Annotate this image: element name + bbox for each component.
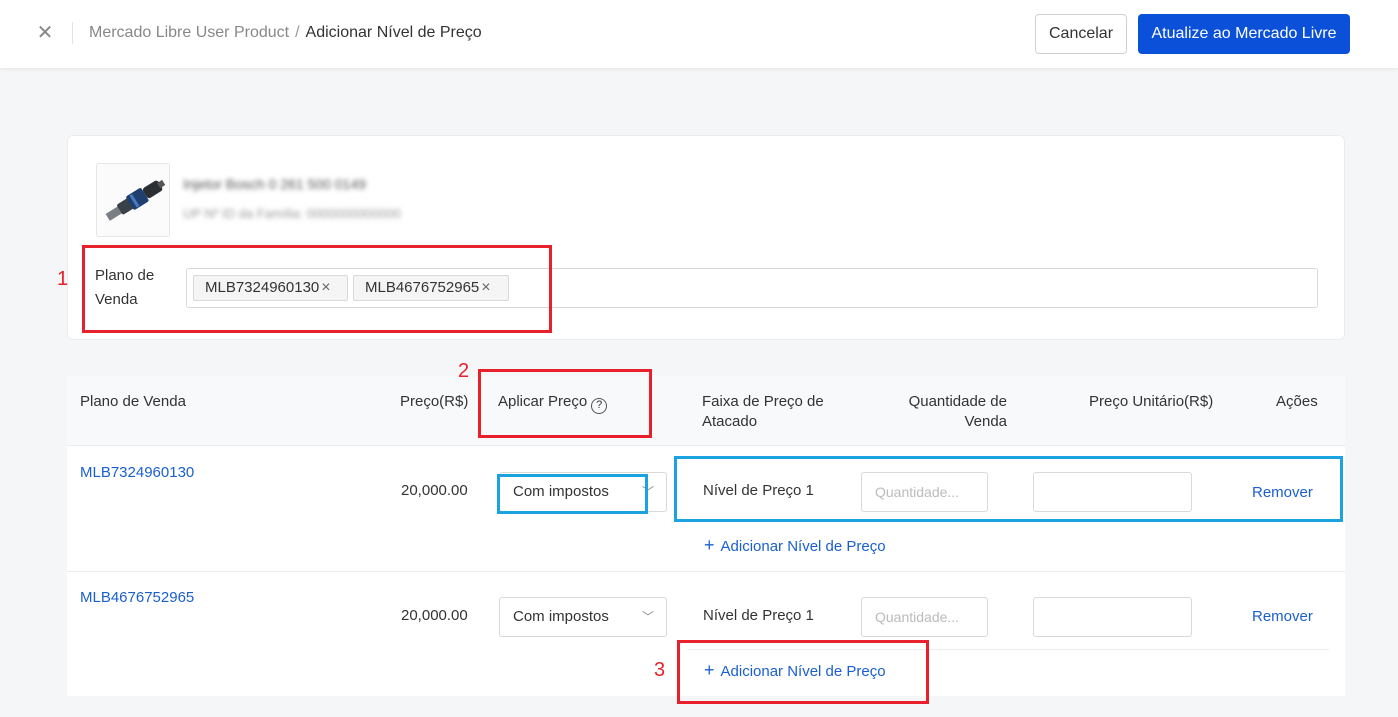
table-header: Plano de Venda Preço(R$) Aplicar Preço? … [67,376,1345,446]
annotation-number-3: 3 [654,659,666,681]
row-divider [67,571,1345,572]
breadcrumb: Mercado Libre User Product / Adicionar Nív… [89,24,482,42]
apply-price-value: Com impostos [513,608,609,625]
plus-icon: + [704,535,715,555]
plan-link[interactable]: MLB4676752965 [80,589,194,606]
header-actions: Ações [1276,393,1318,410]
quantity-input[interactable]: Quantidade... [861,597,988,637]
header-price: Preço(R$) [400,393,469,410]
header-unit-price: Preço Unitário(R$) [1089,393,1214,410]
annotation-box-3 [677,640,929,704]
header-plan: Plano de Venda [80,393,186,410]
apply-price-select[interactable]: Com impostos ﹀ [499,597,667,637]
update-mercado-livre-button[interactable]: Atualize ao Mercado Livre [1138,14,1350,54]
product-image [96,163,170,237]
unit-price-input[interactable] [1033,597,1192,637]
breadcrumb-separator: / [295,24,300,41]
add-price-level-link[interactable]: + Adicionar Nível de Preço [704,535,886,556]
close-icon[interactable]: ✕ [34,22,56,44]
add-price-level-label: Adicionar Nível de Preço [720,538,886,555]
divider [72,22,73,44]
header-wholesale-range: Faixa de Preço de Atacado [702,393,824,430]
annotation-box-price-level [674,456,1343,522]
remove-link[interactable]: Remover [1252,608,1313,625]
price-level-label: Nível de Preço 1 [703,607,814,624]
annotation-number-2: 2 [458,360,470,382]
product-title-blurred: Injetor Bosch 0 261 500 0149 [183,176,366,192]
header-quantity: Quantidade de Venda [908,393,1007,430]
breadcrumb-item-current: Adicionar Nível de Preço [305,24,482,41]
price-value: 20,000.00 [401,607,468,624]
annotation-box-apply-select [497,474,648,514]
cancel-button[interactable]: Cancelar [1035,14,1127,54]
top-bar: ✕ Mercado Libre User Product / Adicionar N… [0,0,1398,68]
annotation-box-2 [478,369,652,438]
annotation-number-1: 1 [57,268,69,290]
chevron-down-icon: ﹀ [641,610,654,624]
product-subtitle-blurred: UP Nº ID da Família: 0000000000000 [183,206,401,221]
breadcrumb-item-parent[interactable]: Mercado Libre User Product [89,24,289,41]
annotation-box-1 [82,245,552,333]
plan-link[interactable]: MLB7324960130 [80,464,194,481]
price-value: 20,000.00 [401,482,468,499]
